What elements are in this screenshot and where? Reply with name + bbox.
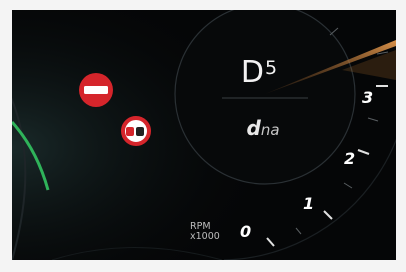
car-red-icon [126,127,134,136]
no-entry-bar [84,86,108,94]
tach-label-0: 0 [240,222,252,241]
tach-label-2: 2 [344,149,356,168]
tach-label-1: 1 [303,194,315,213]
gear-indicator: D5 [218,55,300,90]
drive-mode-d: d [246,116,261,140]
tach-label-3: 3 [362,88,374,107]
rpm-label-line2: x1000 [190,231,220,242]
drive-mode-logo: dna [228,116,298,140]
center-dial-ring [174,10,356,185]
gear-number: 5 [265,57,278,79]
car-black-icon [136,127,144,136]
instrument-cluster: D5 dna RPM x1000 0 1 2 3 [12,10,396,260]
drive-mode-na: na [260,121,280,139]
rpm-unit-label: RPM x1000 [190,222,220,242]
gear-mode: D [240,55,264,90]
